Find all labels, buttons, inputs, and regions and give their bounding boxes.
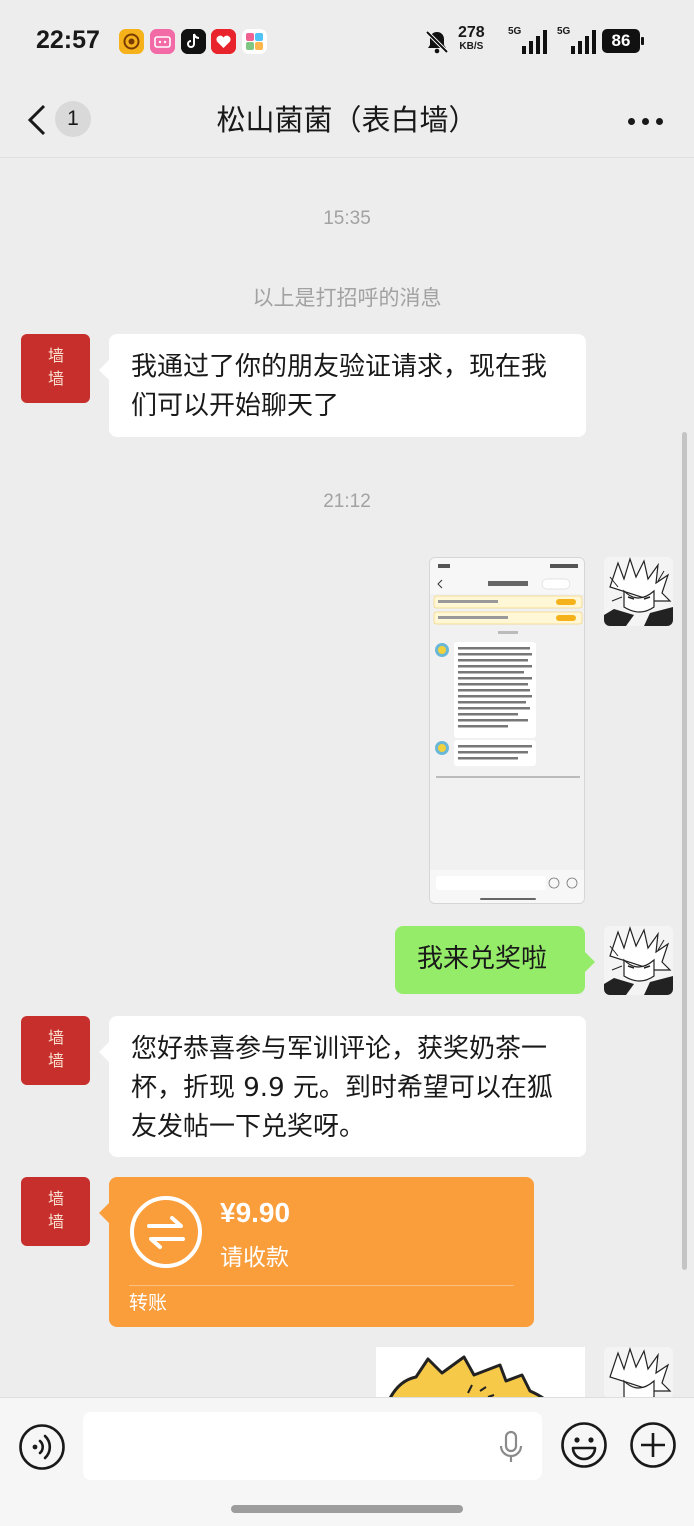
- unread-count-badge[interactable]: 1: [55, 101, 91, 137]
- transfer-label: 转账: [129, 1292, 168, 1314]
- voice-icon: [19, 1424, 65, 1470]
- avatar-glyph: 墙: [48, 346, 65, 365]
- voice-toggle-button[interactable]: [18, 1423, 66, 1471]
- outgoing-message[interactable]: 我来兑奖啦: [395, 926, 595, 994]
- tiktok-icon: [181, 29, 206, 54]
- incoming-message[interactable]: 您好恭喜参与军训评论，获奖奶茶一杯，折现 9.9 元。到时希望可以在狐友发帖一下…: [99, 1016, 586, 1157]
- heart-app-icon: [211, 29, 236, 54]
- avatar-glyph: 墙: [48, 1189, 65, 1208]
- avatar-glyph: 墙: [48, 1051, 65, 1070]
- signal-icon: [571, 30, 596, 54]
- battery-level: 86: [602, 29, 640, 53]
- more-dots-icon: [628, 118, 635, 125]
- signal-icon: [522, 30, 547, 54]
- chat-header: 1 松山菌菌（表白墙）: [0, 84, 694, 158]
- back-button[interactable]: [22, 98, 56, 142]
- my-avatar[interactable]: [604, 926, 673, 995]
- transfer-card[interactable]: ¥9.90 请收款 转账: [99, 1177, 534, 1327]
- home-indicator[interactable]: [231, 1505, 463, 1513]
- clock: 22:57: [36, 26, 100, 54]
- sender-avatar[interactable]: 墙 墙: [21, 334, 90, 403]
- input-bar: [0, 1397, 694, 1526]
- system-note: 以上是打招呼的消息: [252, 286, 442, 310]
- message-input[interactable]: [83, 1412, 542, 1480]
- transfer-arrows-icon: [130, 1196, 202, 1268]
- mic-icon[interactable]: [498, 1430, 524, 1464]
- mute-bell-icon: [425, 30, 449, 54]
- avatar-glyph: 墙: [48, 1212, 65, 1231]
- transfer-divider: [129, 1285, 514, 1286]
- sender-avatar[interactable]: 墙 墙: [21, 1016, 90, 1085]
- anime-avatar-icon: [604, 926, 673, 995]
- plus-circle-icon: [630, 1422, 676, 1468]
- avatar-glyph: 墙: [48, 1028, 65, 1047]
- net-speed-value: 278: [458, 24, 485, 41]
- chat-title: 松山菌菌（表白墙）: [216, 103, 478, 137]
- chevron-left-icon: [27, 104, 46, 136]
- my-avatar[interactable]: [604, 1347, 673, 1398]
- timestamp: 15:35: [323, 208, 371, 229]
- smiley-icon: [561, 1422, 607, 1468]
- incoming-message[interactable]: 我通过了你的朋友验证请求，现在我们可以开始聊天了: [99, 334, 586, 437]
- header-divider: [0, 157, 694, 158]
- transfer-status: 请收款: [220, 1245, 289, 1271]
- puzzle-app-icon: [242, 29, 267, 54]
- anime-avatar-icon: [604, 557, 673, 626]
- sender-avatar[interactable]: 墙 墙: [21, 1177, 90, 1246]
- anime-avatar-icon: [604, 1347, 673, 1398]
- timestamp: 21:12: [323, 491, 371, 512]
- avatar-glyph: 墙: [48, 369, 65, 388]
- my-avatar[interactable]: [604, 557, 673, 626]
- network-speed: 278 KB/S: [458, 25, 485, 53]
- status-bar: 22:57 278 KB/S 5G 5G 86: [0, 0, 694, 84]
- status-indicators: 278 KB/S 5G 5G 86: [424, 25, 664, 58]
- signal-5g-2: 5G: [557, 26, 603, 56]
- bilibili-icon: [150, 29, 175, 54]
- chat-scrollbar[interactable]: [682, 432, 687, 1270]
- net-speed-unit: KB/S: [459, 41, 484, 52]
- target-app-icon: [119, 29, 144, 54]
- emoji-button[interactable]: [559, 1420, 609, 1470]
- more-options-button[interactable]: [626, 102, 666, 142]
- more-actions-button[interactable]: [628, 1420, 678, 1470]
- transfer-amount: ¥9.90: [220, 1197, 291, 1228]
- image-message[interactable]: [429, 557, 585, 904]
- signal-5g-1: 5G: [508, 26, 554, 56]
- battery-icon: 86: [602, 29, 644, 53]
- screenshot-thumbnail: [430, 558, 584, 903]
